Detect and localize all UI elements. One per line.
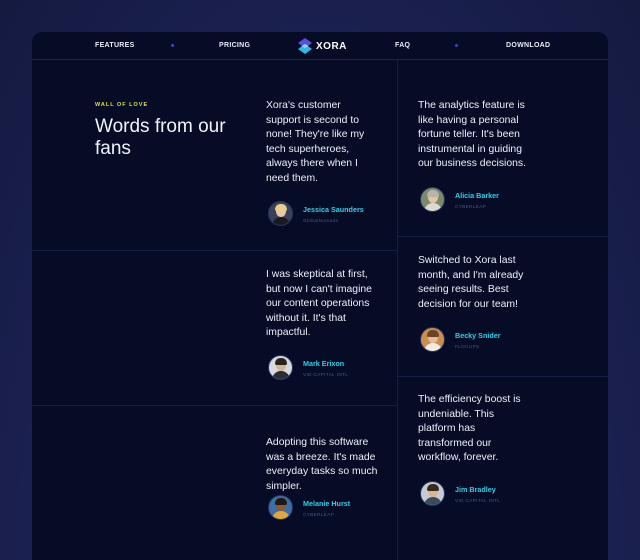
nav-separator-dot [455,44,458,47]
testimonial-author: Jessica Saunders GlobalNomads [268,201,364,226]
nav-link-faq[interactable]: FAQ [395,42,410,49]
author-name: Mark Erixon [303,358,345,368]
landing-page-frame: FEATURES PRICING XORA FAQ DOWNLOAD WALL … [32,32,608,560]
woman-blonde-avatar-icon [268,201,293,226]
logo-text: XORA [316,40,347,52]
row-divider [32,250,397,251]
author-company: GlobalNomads [303,217,339,223]
author-company: VID CAPITAL INTL [455,497,501,503]
testimonial-author: Jim Bradley VID CAPITAL INTL [420,481,500,506]
woman-gray-hair-avatar-icon [420,187,445,212]
testimonial-quote: Switched to Xora last month, and I'm alr… [418,255,524,310]
nav-separator-dot [171,44,174,47]
author-name: Alicia Barker [455,190,499,200]
testimonial-quote: Adopting this software was a breeze. It'… [266,437,378,492]
testimonial-author: Alicia Barker CYBERLEAP [420,187,499,212]
author-company: FLOCUPS [455,343,480,349]
testimonial-quote: The efficiency boost is undeniable. This… [418,394,521,464]
author-company: CYBERLEAP [455,203,487,209]
section-title: Words from our fans [95,116,226,159]
author-name: Melanie Hurst [303,498,351,508]
section-eyebrow: WALL OF LOVE [95,102,149,108]
xora-logo[interactable]: XORA [298,38,347,54]
testimonial-author: Mark Erixon VID CAPITAL INTL [268,355,348,380]
author-company: VID CAPITAL INTL [303,371,349,377]
xora-logo-icon [298,38,312,54]
man-short-hair-avatar-icon [420,481,445,506]
testimonial-quote: The analytics feature is like having a p… [418,100,527,170]
man-dark-hair-avatar-icon [268,355,293,380]
row-divider [32,405,397,406]
author-company: CYBERLEAP [303,511,335,517]
testimonial-quote: I was skeptical at first, but now I can'… [266,269,372,339]
column-divider [397,60,398,560]
woman-curly-hair-avatar-icon [268,495,293,520]
testimonial-author: Melanie Hurst CYBERLEAP [268,495,350,520]
woman-brown-hair-avatar-icon [420,327,445,352]
row-divider [397,376,608,377]
testimonial-quote: Xora's customer support is second to non… [266,100,365,184]
testimonial-author: Becky Snider FLOCUPS [420,327,501,352]
author-name: Becky Snider [455,330,501,340]
row-divider [397,236,608,237]
nav-link-features[interactable]: FEATURES [95,42,135,49]
top-navigation: FEATURES PRICING XORA FAQ DOWNLOAD [32,32,608,60]
author-name: Jim Bradley [455,484,496,494]
author-name: Jessica Saunders [303,204,364,214]
nav-link-pricing[interactable]: PRICING [219,42,250,49]
nav-link-download[interactable]: DOWNLOAD [506,42,550,49]
